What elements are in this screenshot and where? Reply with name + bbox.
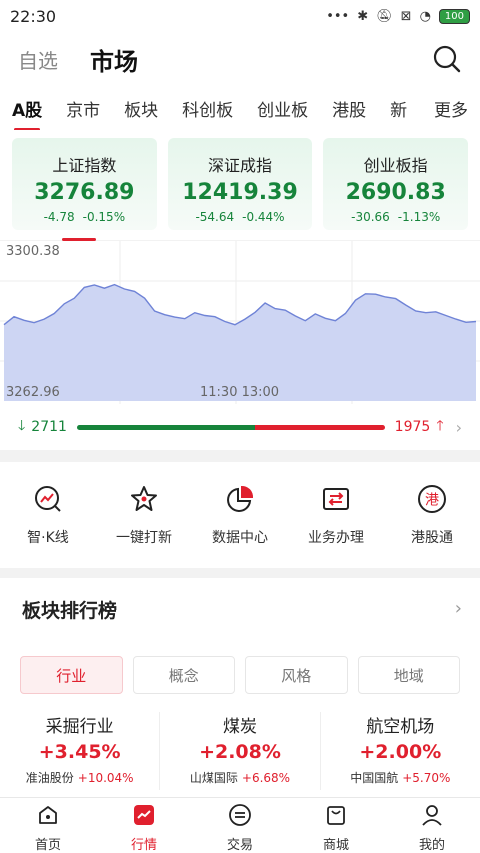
section-title: 板块排行榜 [22, 600, 118, 622]
user-icon [422, 805, 442, 826]
y-axis-high: 3300.38 [6, 244, 60, 259]
index-value: 12419.39 [182, 180, 298, 205]
index-change: -4.78 -0.15% [43, 210, 126, 224]
k-line-icon [35, 486, 61, 512]
quick-ipo-subscribe[interactable]: 一键打新 [99, 483, 189, 547]
index-change: -30.66 -1.13% [351, 210, 441, 224]
top-header: 自选 市场 [0, 32, 480, 86]
sector-ranking: 板块排行榜 › 行业 概念 风格 地域 采掘行业 +3.45% 准油股份 +10.… [0, 578, 480, 798]
mute-icon: 🔕︎ [376, 8, 393, 24]
quick-k-line[interactable]: 智·K线 [3, 483, 93, 547]
index-card-chinext[interactable]: 创业板指 2690.83 -30.66 -1.13% [323, 138, 469, 230]
intraday-chart-svg [0, 241, 480, 404]
segment-industry[interactable]: 行业 [20, 656, 123, 694]
breadth-bar [76, 424, 385, 430]
more-tabs-button[interactable]: 更多 [426, 86, 468, 130]
index-name: 深证成指 [208, 156, 273, 175]
market-breadth[interactable]: 🡓︎ 2711 1975 🡑︎ › [0, 404, 480, 450]
index-value: 3276.89 [34, 180, 135, 205]
home-icon [39, 806, 57, 824]
bottom-nav: 首页 行情 交易 商城 我的 [0, 797, 480, 853]
sector-item[interactable]: 采掘行业 +3.45% 准油股份 +10.04% [0, 712, 161, 790]
tab-beijing[interactable]: 京市 [66, 96, 100, 121]
tab-star-market[interactable]: 科创板 [182, 96, 233, 121]
index-name: 创业板指 [363, 156, 428, 175]
segment-style[interactable]: 风格 [245, 656, 348, 694]
exchange-icon [229, 804, 251, 826]
index-name: 上证指数 [52, 156, 117, 175]
breadth-bar-up [255, 424, 385, 430]
watchlist-tab[interactable]: 自选 [18, 45, 58, 74]
tab-new[interactable]: 新 [390, 96, 407, 121]
wifi-icon: ◔ [419, 8, 431, 24]
hk-icon: 港 [418, 485, 446, 513]
index-value: 2690.83 [345, 180, 446, 205]
search-icon[interactable] [432, 44, 462, 74]
x-axis-time: 11:30 13:00 [200, 385, 280, 400]
segment-region[interactable]: 地域 [357, 656, 460, 694]
sim-icon: ⊠ [400, 8, 412, 24]
market-tab[interactable]: 市场 [90, 42, 138, 77]
y-axis-low: 3262.96 [6, 385, 60, 400]
status-icons: ••• ✱ 🔕︎ ⊠ ◔ 100 [326, 8, 470, 24]
quick-business[interactable]: 业务办理 [291, 483, 381, 547]
decliners-count: 2711 [31, 419, 67, 435]
status-bar: 22:30 ••• ✱ 🔕︎ ⊠ ◔ 100 [0, 0, 480, 32]
tab-chinext[interactable]: 创业板 [257, 96, 308, 121]
tab-sectors[interactable]: 板块 [124, 96, 158, 121]
chevron-right-icon[interactable]: › [455, 598, 462, 619]
tab-a-share[interactable]: A股 [12, 96, 42, 130]
arrow-down-icon: 🡓︎ [18, 418, 26, 434]
star-icon [131, 486, 157, 511]
index-card-sse[interactable]: 上证指数 3276.89 -4.78 -0.15% [12, 138, 157, 230]
pie-chart-icon [227, 485, 254, 512]
arrow-up-icon: 🡑︎ [436, 418, 444, 434]
nav-trade[interactable]: 交易 [192, 798, 288, 853]
quick-hk-connect[interactable]: 港 港股通 [387, 483, 477, 547]
nav-profile[interactable]: 我的 [384, 798, 480, 853]
shopping-bag-icon [327, 806, 345, 825]
segment-concept[interactable]: 概念 [132, 656, 235, 694]
intraday-chart[interactable]: 3300.38 3262.96 11:30 13:00 [0, 241, 480, 404]
tab-hk[interactable]: 港股 [332, 96, 366, 121]
hk-icon-glyph: 港 [425, 493, 439, 509]
sector-list: 采掘行业 +3.45% 准油股份 +10.04% 煤炭 +2.08% 山煤国际 +6… [0, 712, 480, 790]
exchange-icon [323, 488, 349, 510]
chevron-right-icon[interactable]: › [456, 418, 462, 437]
breadth-bar-down [76, 424, 256, 430]
dots-icon: ••• [326, 8, 350, 24]
nav-home[interactable]: 首页 [0, 798, 96, 853]
nav-market[interactable]: 行情 [96, 798, 192, 853]
advancers-count: 1975 [394, 419, 431, 435]
index-change: -54.64 -0.44% [195, 210, 285, 224]
trend-icon [134, 805, 154, 825]
battery-icon: 100 [438, 8, 470, 24]
bluetooth-icon: ✱ [357, 8, 369, 24]
nav-mall[interactable]: 商城 [288, 798, 384, 853]
ranking-segments: 行业 概念 风格 地域 [20, 656, 460, 694]
quick-data-center[interactable]: 数据中心 [195, 483, 285, 547]
market-tabs: A股 京市 板块 科创板 创业板 港股 新 [0, 86, 480, 130]
price-area [4, 284, 476, 401]
status-time: 22:30 [10, 6, 57, 26]
index-card-szse[interactable]: 深证成指 12419.39 -54.64 -0.44% [167, 138, 313, 230]
sector-item[interactable]: 航空机场 +2.00% 中国国航 +5.70% [321, 712, 480, 790]
index-cards: 上证指数 3276.89 -4.78 -0.15% 深证成指 12419.39 -… [0, 130, 480, 240]
sector-item[interactable]: 煤炭 +2.08% 山煤国际 +6.68% [160, 712, 321, 790]
quick-entries: 智·K线 一键打新 数据中心 业务办理 港 港股通 [0, 462, 480, 568]
